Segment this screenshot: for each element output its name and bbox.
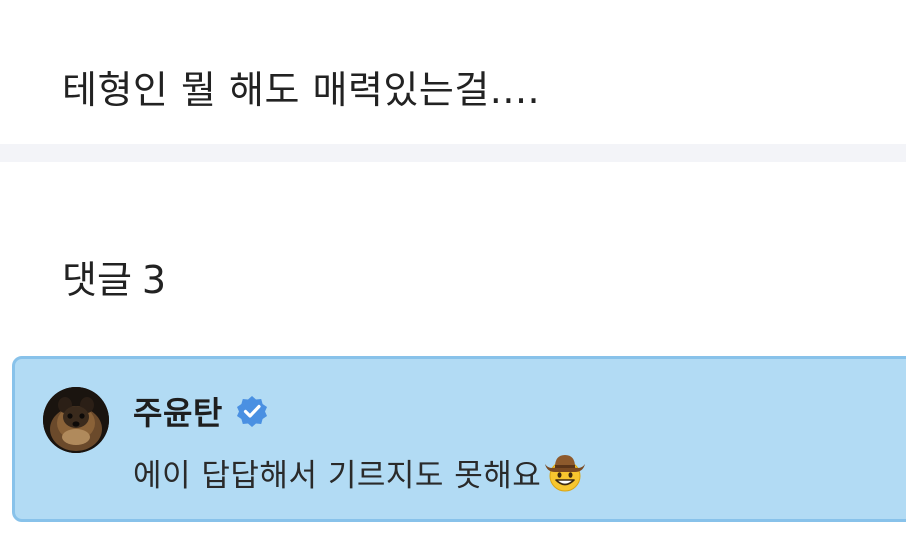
avatar-dog-image: [43, 387, 109, 453]
verified-badge-icon: [235, 394, 269, 428]
comment-text: 에이 답답해서 기르지도 못해요: [133, 457, 542, 494]
post-content: 테형인 뭘 해도 매력있는걸....: [62, 68, 541, 112]
post-page: 테형인 뭘 해도 매력있는걸.... 댓글 3 주윤탄 에이 답답해서 기르지도…: [0, 0, 906, 549]
comment-author-name[interactable]: 주윤탄: [133, 388, 223, 434]
comment-body: 에이 답답해서 기르지도 못해요: [133, 447, 587, 497]
comments-count: 3: [141, 258, 167, 302]
comment-author-row: 주윤탄: [133, 389, 269, 433]
comment-item[interactable]: 주윤탄 에이 답답해서 기르지도 못해요: [12, 356, 906, 522]
avatar[interactable]: [43, 387, 109, 453]
cowboy-hat-face-icon: [543, 450, 587, 494]
comments-header: 댓글 3: [62, 252, 166, 308]
comments-label: 댓글: [62, 258, 132, 302]
section-divider: [0, 144, 906, 162]
